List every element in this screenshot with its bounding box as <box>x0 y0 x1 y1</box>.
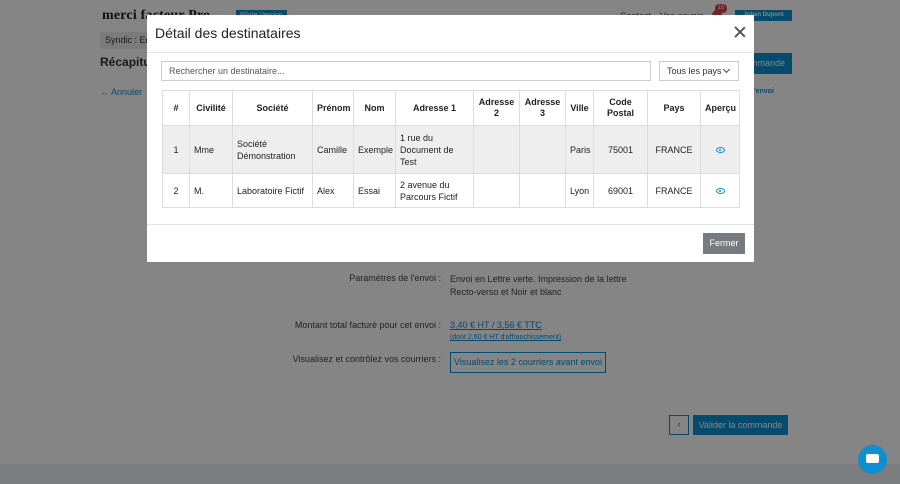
modal-header: Détail des destinataires <box>147 15 754 53</box>
cell-adresse3 <box>519 125 566 174</box>
col-prenom: Prénom <box>312 90 354 126</box>
close-icon[interactable] <box>732 24 748 40</box>
modal-footer: Fermer <box>147 224 754 262</box>
cell-ville: Lyon <box>565 173 594 208</box>
cell-civilite: M. <box>189 173 233 208</box>
recipient-search-input[interactable] <box>161 61 651 81</box>
cell-cp: 69001 <box>593 173 648 208</box>
cell-num: 2 <box>162 173 190 208</box>
cell-societe: Laboratoire Fictif <box>232 173 313 208</box>
chevron-down-icon <box>722 65 731 74</box>
cell-nom: Essai <box>353 173 396 208</box>
cell-civilite: Mme <box>189 125 233 174</box>
cell-adresse1: 1 rue du Document de Test <box>395 125 474 174</box>
table-header-row: # Civilité Société Prénom Nom Adresse 1 … <box>162 90 740 126</box>
col-nom: Nom <box>353 90 396 126</box>
col-cp: Code Postal <box>593 90 648 126</box>
cell-cp: 75001 <box>593 125 648 174</box>
col-adresse1: Adresse 1 <box>395 90 474 126</box>
col-civilite: Civilité <box>189 90 233 126</box>
cell-num: 1 <box>162 125 190 174</box>
col-num: # <box>162 90 190 126</box>
cell-prenom: Camille <box>312 125 354 174</box>
cell-societe: Société Démonstration <box>232 125 313 174</box>
cell-adresse2 <box>473 125 520 174</box>
modal-title: Détail des destinataires <box>155 25 301 41</box>
col-adresse3: Adresse 3 <box>519 90 566 126</box>
cell-pays: FRANCE <box>647 125 701 174</box>
eye-icon[interactable] <box>715 188 725 195</box>
col-ville: Ville <box>565 90 594 126</box>
cell-apercu <box>700 173 740 208</box>
recipients-modal: Détail des destinataires Tous les pays #… <box>147 15 754 262</box>
close-button[interactable]: Fermer <box>703 233 745 254</box>
cell-apercu <box>700 125 740 174</box>
col-apercu: Aperçu <box>700 90 740 126</box>
col-adresse2: Adresse 2 <box>473 90 520 126</box>
col-societe: Société <box>232 90 313 126</box>
country-filter-select[interactable]: Tous les pays <box>659 61 739 81</box>
table-row: 2 M. Laboratoire Fictif Alex Essai 2 ave… <box>162 173 740 208</box>
cell-adresse1: 2 avenue du Parcours Fictif <box>395 173 474 208</box>
cell-adresse2 <box>473 173 520 208</box>
cell-prenom: Alex <box>312 173 354 208</box>
eye-icon[interactable] <box>715 147 725 154</box>
cell-nom: Exemple <box>353 125 396 174</box>
cell-pays: FRANCE <box>647 173 701 208</box>
recipients-table: # Civilité Société Prénom Nom Adresse 1 … <box>162 90 740 208</box>
country-filter-value: Tous les pays <box>667 66 722 76</box>
cell-ville: Paris <box>565 125 594 174</box>
table-row: 1 Mme Société Démonstration Camille Exem… <box>162 125 740 174</box>
cell-adresse3 <box>519 173 566 208</box>
col-pays: Pays <box>647 90 701 126</box>
chat-icon[interactable] <box>858 445 887 474</box>
